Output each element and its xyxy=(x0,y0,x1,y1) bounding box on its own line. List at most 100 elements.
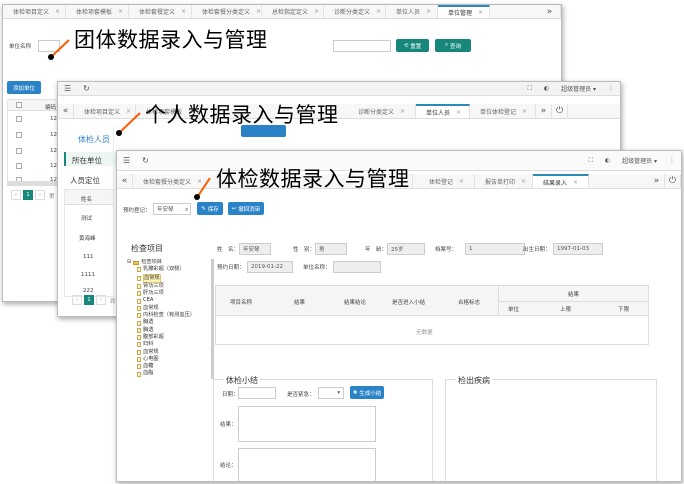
user-menu[interactable]: 超级管理员 ▾ xyxy=(622,156,657,165)
sidebar-item-locate[interactable]: 人员定位 xyxy=(64,172,124,186)
scroll-right-icon[interactable]: » xyxy=(536,104,552,118)
tree-item[interactable]: 妇科 xyxy=(137,341,209,348)
tab-item[interactable]: 单位人员 × xyxy=(386,5,438,18)
more-vert-icon[interactable]: ⋮ xyxy=(608,85,614,92)
menu-icon[interactable]: ☰ xyxy=(64,84,71,93)
close-icon[interactable]: × xyxy=(400,108,405,115)
tree-item[interactable]: 胸透 xyxy=(137,327,209,334)
appointment-date-field[interactable]: 2019-01-22 xyxy=(247,261,293,273)
horizontal-scrollbar[interactable] xyxy=(7,181,59,186)
row-checkbox[interactable] xyxy=(16,132,22,138)
reset-button[interactable]: ⟲ 重置 xyxy=(396,39,429,52)
close-icon[interactable]: × xyxy=(126,108,131,115)
search-icon[interactable]: ⌕ xyxy=(185,206,188,214)
close-icon[interactable]: × xyxy=(573,179,578,186)
checkup-management-window: ☰ ↻ ⛶ ◐ 超级管理员 ▾ ⋮ « 体检套餐分类定义 × 体检登记 × 报告单打… xyxy=(116,150,682,482)
expand-icon[interactable]: ⛶ xyxy=(528,85,532,93)
user-menu[interactable]: 超级管理员 ▾ xyxy=(561,84,596,93)
tree-item[interactable]: 血脂 xyxy=(137,370,209,377)
tab-item[interactable]: 体检套餐分类定义 × xyxy=(192,5,262,18)
close-tabs-icon[interactable]: ⏻ xyxy=(552,104,568,118)
tab-item[interactable]: 体检套餐定义 × xyxy=(129,5,192,18)
birth-date-field[interactable]: 1997-01-03 xyxy=(553,243,603,255)
tab-item-active[interactable]: 单位人员 × xyxy=(416,104,470,118)
tree-item[interactable]: 肝功三项 xyxy=(137,290,209,297)
age-field[interactable]: 25岁 xyxy=(387,243,425,255)
collapse-icon[interactable]: ⊟ xyxy=(127,259,131,266)
more-tabs-icon[interactable]: » xyxy=(539,5,561,18)
urgent-select[interactable]: ▾ xyxy=(318,387,344,399)
file-no-field[interactable]: 1 xyxy=(465,243,525,255)
tree-item[interactable]: CEA xyxy=(137,297,209,304)
close-icon[interactable]: × xyxy=(522,108,527,115)
prev-page-icon[interactable]: ‹ xyxy=(72,295,82,305)
tab-item[interactable]: 体检项套模板 × xyxy=(66,5,129,18)
add-unit-button[interactable]: 添加单位 xyxy=(7,81,41,94)
tab-item[interactable]: 单位体检登记 × xyxy=(470,104,536,118)
close-icon[interactable]: × xyxy=(181,8,186,15)
search-button[interactable]: ⌕ 查询 xyxy=(435,39,471,52)
tree-item[interactable]: 血常规 xyxy=(137,273,209,283)
tree-scrollbar[interactable] xyxy=(211,259,214,379)
more-vert-icon[interactable]: ⋮ xyxy=(669,157,675,164)
page-button[interactable]: 1 xyxy=(23,190,33,200)
close-tabs-icon[interactable]: ⏻ xyxy=(665,174,681,188)
tab-item-active[interactable]: 结果录入 × xyxy=(533,174,589,188)
close-icon[interactable]: × xyxy=(478,9,483,16)
close-icon[interactable]: × xyxy=(118,8,123,15)
theme-icon[interactable]: ◐ xyxy=(605,157,610,164)
tab-item[interactable]: 体检登记 × xyxy=(413,174,475,188)
scroll-right-icon[interactable]: » xyxy=(649,174,665,188)
tab-item[interactable]: 诊断分类定义 × xyxy=(324,5,386,18)
tab-item-active[interactable]: 单位管理 × xyxy=(438,5,490,18)
scroll-left-icon[interactable]: « xyxy=(58,104,74,118)
close-icon[interactable]: × xyxy=(197,178,202,185)
revoke-button[interactable]: ↩ 撤回消审 xyxy=(228,202,264,215)
scroll-left-icon[interactable]: « xyxy=(117,174,133,188)
generate-summary-button[interactable]: ✚ 生成小结 xyxy=(350,386,384,399)
tab-item[interactable]: 报告单打印 × xyxy=(475,174,533,188)
tree-item[interactable]: 乳腺彩超（双侧） xyxy=(137,266,209,273)
next-page-icon[interactable]: › xyxy=(96,295,106,305)
close-icon[interactable]: × xyxy=(256,8,261,15)
name-field[interactable]: 年安琴 xyxy=(239,243,271,255)
close-icon[interactable]: × xyxy=(521,178,526,185)
unit-name-input[interactable] xyxy=(38,40,60,52)
tree-item[interactable]: 血常规 xyxy=(137,305,209,312)
close-icon[interactable]: × xyxy=(314,8,319,15)
secondary-filter-input[interactable] xyxy=(333,40,391,52)
disease-panel: 检出疾病 xyxy=(445,375,657,481)
table-cell: 111 xyxy=(83,254,94,260)
tab-item[interactable]: 体检项目定义 × xyxy=(74,104,136,118)
tree-item[interactable]: 血常规 xyxy=(137,349,209,356)
refresh-icon[interactable]: ↻ xyxy=(83,84,90,93)
row-checkbox[interactable] xyxy=(16,148,22,154)
file-icon xyxy=(137,298,141,304)
date-input[interactable] xyxy=(238,387,276,399)
file-icon xyxy=(137,267,141,273)
unit-name-field[interactable] xyxy=(333,261,381,273)
menu-icon[interactable]: ☰ xyxy=(123,156,130,165)
conclusion-textarea[interactable] xyxy=(238,448,376,481)
tree-item[interactable]: 胸透 xyxy=(137,319,209,326)
sex-field[interactable]: 男 xyxy=(315,243,347,255)
close-icon[interactable]: × xyxy=(459,178,464,185)
row-checkbox[interactable] xyxy=(16,116,22,122)
page-button[interactable]: 1 xyxy=(84,295,94,305)
close-icon[interactable]: × xyxy=(456,109,461,116)
close-icon[interactable]: × xyxy=(376,8,381,15)
refresh-icon[interactable]: ↻ xyxy=(142,156,149,165)
expand-icon[interactable]: ⛶ xyxy=(589,157,593,165)
save-button[interactable]: ✎ 保存 xyxy=(197,202,223,215)
tab-item[interactable]: 总检指定定义 × xyxy=(262,5,324,18)
tab-item[interactable]: 体检项目定义 × xyxy=(3,5,66,18)
prev-page-icon[interactable]: ‹ xyxy=(11,190,21,200)
close-icon[interactable]: × xyxy=(55,8,60,15)
select-all-checkbox[interactable] xyxy=(16,102,22,108)
next-page-icon[interactable]: › xyxy=(35,190,45,200)
sidebar-item-unit[interactable]: 所在单位 xyxy=(64,152,124,166)
row-checkbox[interactable] xyxy=(16,163,22,169)
close-icon[interactable]: × xyxy=(426,8,431,15)
theme-icon[interactable]: ◐ xyxy=(544,85,549,92)
result-textarea[interactable] xyxy=(238,406,376,442)
